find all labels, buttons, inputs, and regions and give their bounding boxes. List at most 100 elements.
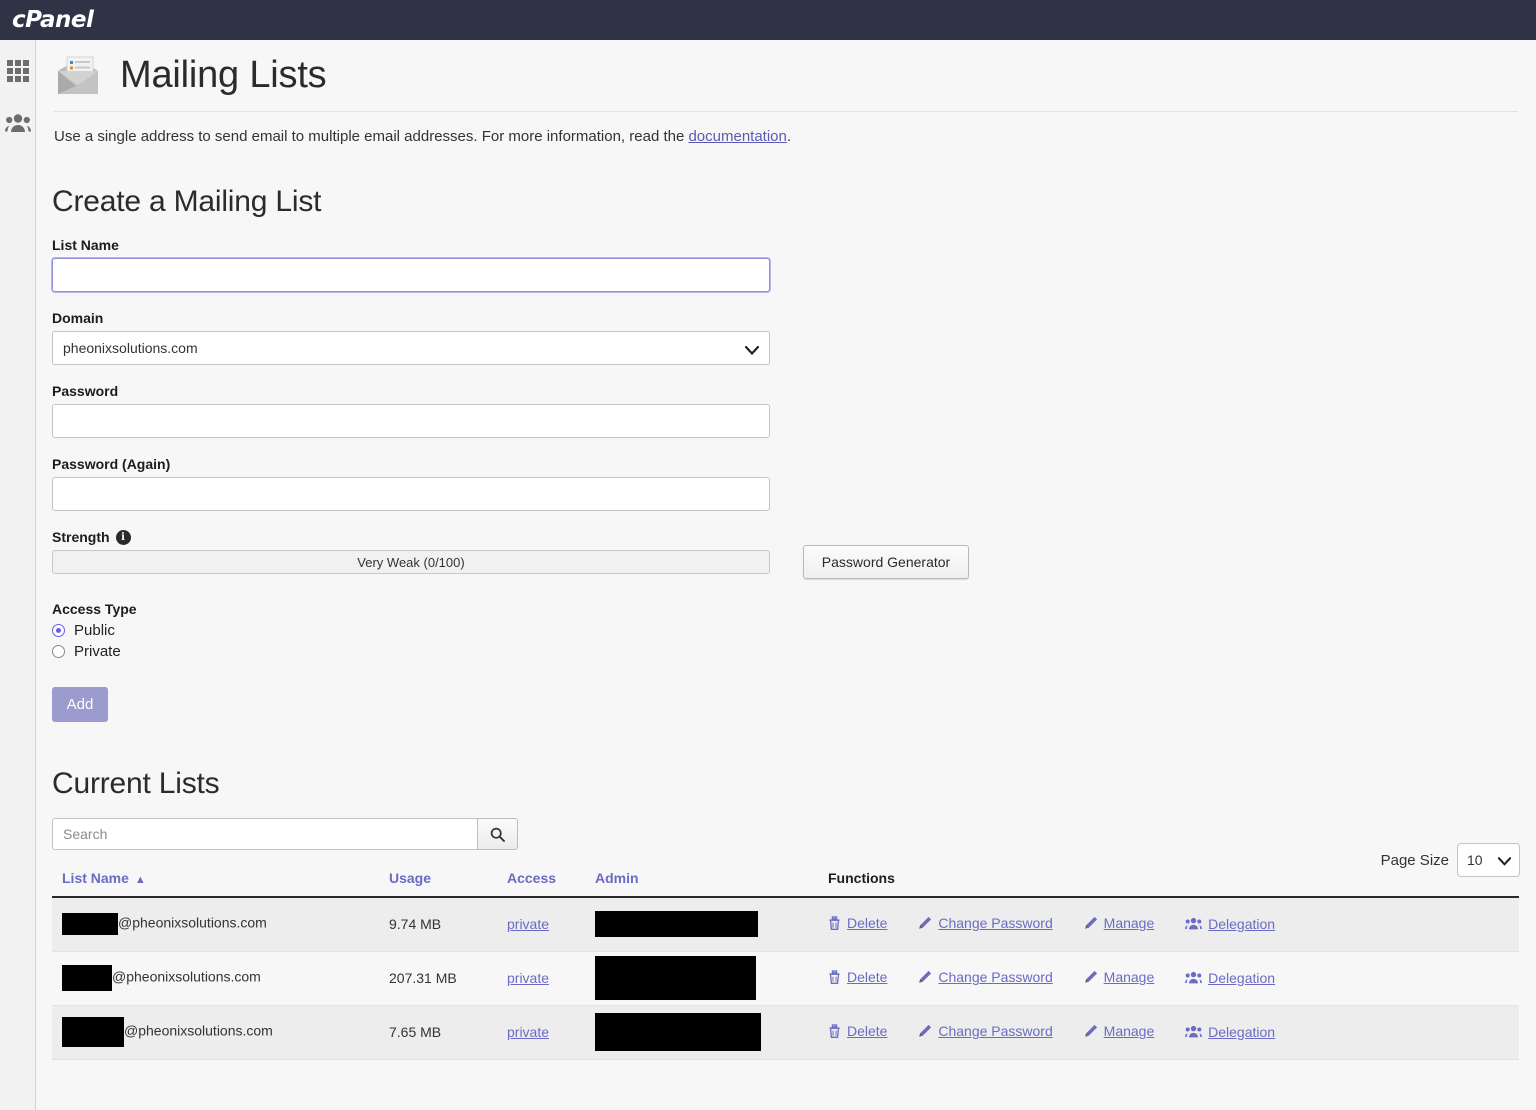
page-size-select-wrapper: 10 [1457, 843, 1520, 877]
access-type-label: Access Type [52, 601, 137, 617]
page-title: Mailing Lists [120, 54, 327, 96]
mailing-lists-table: List Name ▲ Usage Access Admin Functions … [52, 864, 1519, 1060]
change-password-link[interactable]: Change Password [918, 969, 1053, 985]
password-generator-button[interactable]: Password Generator [803, 545, 969, 579]
pencil-icon [919, 1024, 932, 1037]
create-list-heading: Create a Mailing List [52, 185, 322, 218]
pencil-icon [919, 917, 932, 929]
column-header-usage[interactable]: Usage [389, 864, 507, 898]
trash-icon [829, 916, 840, 931]
domain-select[interactable]: pheonixsolutions.com [52, 331, 770, 365]
password-input[interactable] [52, 404, 770, 438]
redacted-list-name [62, 965, 112, 991]
strength-row: Very Weak (0/100) Password Generator [52, 545, 1536, 579]
cell-usage: 9.74 MB [389, 897, 507, 952]
delete-label: Delete [847, 1023, 888, 1039]
access-type-private-option[interactable]: Private [52, 643, 1536, 660]
access-link[interactable]: private [507, 1024, 549, 1040]
delete-link[interactable]: Delete [828, 969, 887, 985]
page-header: Mailing Lists [37, 40, 1536, 97]
sidebar-item-user-manager[interactable] [0, 100, 36, 146]
page-size-control: Page Size 10 [1381, 843, 1520, 877]
top-bar: cPanel [0, 0, 1536, 40]
column-header-access[interactable]: Access [507, 864, 595, 898]
cell-admin [595, 1005, 828, 1060]
cell-access: private [507, 897, 595, 952]
delete-link[interactable]: Delete [828, 915, 887, 931]
delegation-link[interactable]: Delegation [1185, 970, 1275, 986]
change-password-label: Change Password [938, 1023, 1053, 1039]
list-name-input[interactable] [52, 258, 770, 292]
cpanel-logo[interactable]: cPanel [0, 7, 94, 33]
cell-usage: 7.65 MB [389, 1005, 507, 1060]
current-lists-heading: Current Lists [52, 767, 220, 800]
cell-list-name: @pheonixsolutions.com [52, 1005, 389, 1060]
access-link[interactable]: private [507, 970, 549, 986]
table-row: @pheonixsolutions.com 9.74 MB private De… [52, 897, 1519, 952]
page-size-select[interactable]: 10 [1457, 843, 1520, 877]
access-type-public-label: Public [74, 622, 115, 639]
redacted-admin [595, 1013, 761, 1051]
manage-link[interactable]: Manage [1084, 969, 1154, 985]
list-name-suffix: @pheonixsolutions.com [118, 914, 267, 931]
page-description: Use a single address to send email to mu… [54, 128, 1536, 145]
column-header-list-name[interactable]: List Name ▲ [52, 864, 389, 898]
sort-asc-icon: ▲ [134, 874, 146, 886]
cell-usage: 207.31 MB [389, 951, 507, 1006]
pencil-icon [1084, 917, 1097, 929]
cell-admin [595, 951, 828, 1006]
cell-functions: Delete Change Password Manage Delegation [828, 897, 1519, 952]
change-password-link[interactable]: Change Password [918, 915, 1053, 931]
change-password-link[interactable]: Change Password [918, 1023, 1053, 1039]
password-again-label: Password (Again) [52, 456, 171, 472]
delegation-link[interactable]: Delegation [1185, 916, 1275, 932]
cell-functions: Delete Change Password Manage Delegation [828, 951, 1519, 1006]
delete-link[interactable]: Delete [828, 1023, 887, 1039]
cell-functions: Delete Change Password Manage Delegation [828, 1005, 1519, 1060]
manage-link[interactable]: Manage [1084, 915, 1155, 932]
strength-label-row: Strength i [52, 529, 1536, 545]
cell-list-name: @pheonixsolutions.com [52, 897, 389, 952]
cell-admin [595, 897, 828, 952]
documentation-link[interactable]: documentation [688, 128, 786, 145]
header-divider [54, 111, 1518, 112]
users-icon [1185, 1025, 1203, 1038]
manage-label: Manage [1103, 915, 1155, 932]
strength-value-text: Very Weak (0/100) [357, 554, 465, 570]
description-text-before: Use a single address to send email to mu… [54, 128, 689, 145]
password-again-input[interactable] [52, 477, 770, 511]
radio-public[interactable] [52, 624, 65, 637]
delegation-label: Delegation [1208, 915, 1276, 932]
create-list-form: List Name Domain pheonixsolutions.com Pa… [52, 237, 1536, 722]
change-password-label: Change Password [938, 969, 1053, 985]
pencil-icon [1084, 1024, 1097, 1037]
list-name-suffix: @pheonixsolutions.com [112, 968, 261, 985]
trash-icon [829, 970, 840, 984]
add-button[interactable]: Add [52, 687, 108, 722]
search-icon [490, 827, 505, 842]
access-type-public-option[interactable]: Public [52, 622, 1536, 639]
radio-private[interactable] [52, 645, 65, 658]
sidebar-item-apps[interactable] [0, 48, 36, 94]
manage-link[interactable]: Manage [1084, 1023, 1154, 1039]
domain-label: Domain [52, 310, 104, 326]
cell-list-name: @pheonixsolutions.com [52, 951, 389, 1006]
list-name-suffix: @pheonixsolutions.com [124, 1022, 273, 1039]
left-sidebar [0, 40, 36, 1110]
info-icon[interactable]: i [115, 529, 131, 545]
main-content: Mailing Lists Use a single address to se… [37, 40, 1536, 1110]
column-header-admin[interactable]: Admin [595, 864, 828, 898]
users-icon [5, 114, 31, 132]
search-button[interactable] [477, 818, 518, 850]
page-size-label: Page Size [1380, 851, 1449, 869]
list-name-label: List Name [52, 237, 119, 253]
column-label-list-name: List Name [62, 870, 129, 886]
password-label: Password [52, 383, 119, 399]
delete-label: Delete [847, 915, 888, 932]
redacted-admin [595, 911, 758, 938]
pencil-icon [1084, 970, 1097, 983]
delegation-label: Delegation [1208, 1023, 1276, 1040]
access-link[interactable]: private [507, 916, 549, 932]
delegation-link[interactable]: Delegation [1185, 1024, 1275, 1040]
search-input[interactable] [52, 818, 477, 850]
